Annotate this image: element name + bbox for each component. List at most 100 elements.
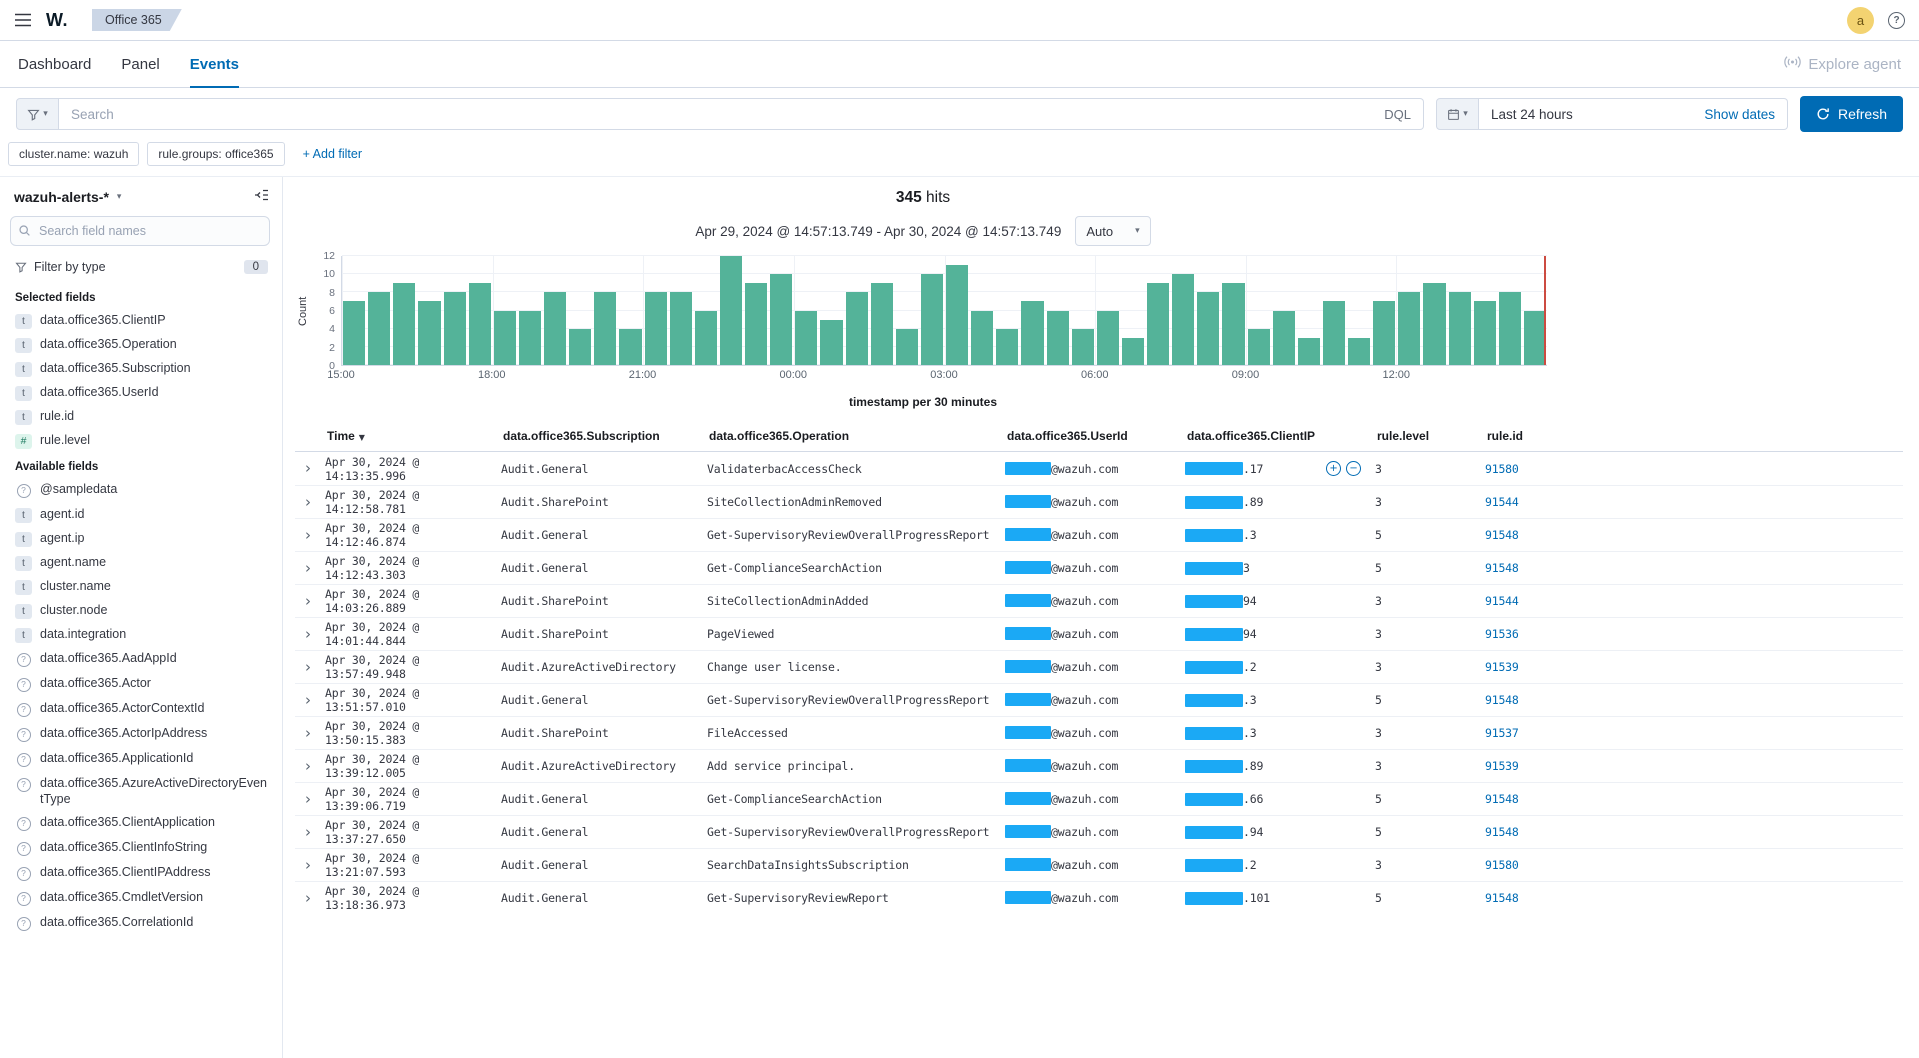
- histogram-bar[interactable]: [695, 311, 717, 366]
- show-dates-button[interactable]: Show dates: [1704, 107, 1775, 122]
- histogram-bar[interactable]: [1097, 311, 1119, 366]
- histogram-bar[interactable]: [1197, 292, 1219, 365]
- saved-query-button[interactable]: ▾: [16, 98, 59, 130]
- rule-id-link[interactable]: 91548: [1485, 891, 1519, 905]
- histogram-bar[interactable]: [1323, 301, 1345, 365]
- field-item[interactable]: tdata.office365.Operation: [8, 333, 272, 357]
- date-picker-button[interactable]: ▾: [1436, 98, 1479, 130]
- refresh-button[interactable]: Refresh: [1800, 96, 1903, 132]
- help-icon[interactable]: ?: [1888, 12, 1905, 29]
- menu-icon[interactable]: [14, 13, 32, 27]
- field-item[interactable]: tdata.office365.UserId: [8, 381, 272, 405]
- field-item[interactable]: ?data.office365.CorrelationId: [8, 911, 272, 936]
- rule-id-link[interactable]: 91539: [1485, 759, 1519, 773]
- field-item[interactable]: trule.id: [8, 405, 272, 429]
- rule-id-link[interactable]: 91548: [1485, 792, 1519, 806]
- expand-row-icon[interactable]: ›: [295, 856, 311, 874]
- field-item[interactable]: tdata.office365.Subscription: [8, 357, 272, 381]
- field-item[interactable]: ?data.office365.ClientIPAddress: [8, 861, 272, 886]
- avatar[interactable]: a: [1847, 7, 1874, 34]
- field-item[interactable]: ?data.office365.CmdletVersion: [8, 886, 272, 911]
- wazuh-logo[interactable]: W.: [46, 10, 68, 31]
- field-item[interactable]: ?data.office365.AadAppId: [8, 647, 272, 672]
- rule-id-link[interactable]: 91539: [1485, 660, 1519, 674]
- histogram-bar[interactable]: [444, 292, 466, 365]
- expand-row-icon[interactable]: ›: [295, 526, 311, 544]
- histogram-bar[interactable]: [871, 283, 893, 365]
- histogram-bar[interactable]: [1423, 283, 1445, 365]
- field-item[interactable]: tagent.name: [8, 551, 272, 575]
- query-language-button[interactable]: DQL: [1374, 107, 1411, 122]
- expand-row-icon[interactable]: ›: [295, 691, 311, 709]
- histogram-bar[interactable]: [368, 292, 390, 365]
- histogram-bar[interactable]: [1398, 292, 1420, 365]
- filter-by-type-button[interactable]: Filter by type 0: [8, 256, 272, 284]
- field-item[interactable]: tcluster.node: [8, 599, 272, 623]
- expand-row-icon[interactable]: ›: [295, 459, 311, 477]
- filter-pill-rule-groups[interactable]: rule.groups: office365: [147, 142, 284, 166]
- histogram-bar[interactable]: [1072, 329, 1094, 365]
- field-item[interactable]: ?data.office365.ActorContextId: [8, 697, 272, 722]
- expand-row-icon[interactable]: ›: [295, 823, 311, 841]
- column-header-rule-level[interactable]: rule.level: [1375, 429, 1485, 443]
- histogram-bar[interactable]: [1373, 301, 1395, 365]
- histogram-bar[interactable]: [418, 301, 440, 365]
- histogram-bar[interactable]: [343, 301, 365, 365]
- column-header-operation[interactable]: data.office365.Operation: [707, 429, 1005, 443]
- expand-row-icon[interactable]: ›: [295, 592, 311, 610]
- interval-select[interactable]: Auto ▾: [1075, 216, 1150, 246]
- field-item[interactable]: ?@sampledata: [8, 478, 272, 503]
- histogram-bar[interactable]: [1449, 292, 1471, 365]
- column-header-subscription[interactable]: data.office365.Subscription: [501, 429, 707, 443]
- histogram-bar[interactable]: [1047, 311, 1069, 366]
- filter-pill-cluster-name[interactable]: cluster.name: wazuh: [8, 142, 139, 166]
- column-header-time[interactable]: Time▼: [325, 429, 501, 443]
- index-pattern-selector[interactable]: wazuh-alerts-* ▾: [14, 189, 121, 205]
- breadcrumb[interactable]: Office 365: [92, 9, 182, 31]
- search-input[interactable]: [71, 107, 1374, 122]
- histogram-bar[interactable]: [770, 274, 792, 365]
- explore-agent-button[interactable]: Explore agent: [1784, 41, 1901, 87]
- histogram-bar[interactable]: [1147, 283, 1169, 365]
- field-item[interactable]: tcluster.name: [8, 575, 272, 599]
- field-search-input[interactable]: [10, 216, 270, 246]
- tab-panel[interactable]: Panel: [121, 41, 159, 87]
- histogram-bar[interactable]: [745, 283, 767, 365]
- field-item[interactable]: tagent.ip: [8, 527, 272, 551]
- expand-row-icon[interactable]: ›: [295, 625, 311, 643]
- histogram-bar[interactable]: [1524, 311, 1546, 366]
- field-item[interactable]: #rule.level: [8, 429, 272, 453]
- column-header-userid[interactable]: data.office365.UserId: [1005, 429, 1185, 443]
- expand-row-icon[interactable]: ›: [295, 889, 311, 907]
- field-item[interactable]: tagent.id: [8, 503, 272, 527]
- field-item[interactable]: ?data.office365.ActorIpAddress: [8, 722, 272, 747]
- time-range-value[interactable]: Last 24 hours: [1491, 107, 1704, 122]
- field-item[interactable]: ?data.office365.ClientApplication: [8, 811, 272, 836]
- histogram-bar[interactable]: [619, 329, 641, 365]
- histogram-bar[interactable]: [1172, 274, 1194, 365]
- column-header-rule-id[interactable]: rule.id: [1485, 429, 1903, 443]
- histogram-bar[interactable]: [996, 329, 1018, 365]
- column-header-clientip[interactable]: data.office365.ClientIP: [1185, 429, 1375, 443]
- rule-id-link[interactable]: 91580: [1485, 858, 1519, 872]
- field-item[interactable]: ?data.office365.AzureActiveDirectoryEven…: [8, 772, 272, 811]
- tab-events[interactable]: Events: [190, 41, 239, 87]
- expand-row-icon[interactable]: ›: [295, 559, 311, 577]
- histogram-bar[interactable]: [846, 292, 868, 365]
- histogram-bar[interactable]: [1298, 338, 1320, 365]
- tab-dashboard[interactable]: Dashboard: [18, 41, 91, 87]
- histogram-bar[interactable]: [670, 292, 692, 365]
- histogram-bar[interactable]: [720, 256, 742, 365]
- histogram-bar[interactable]: [519, 311, 541, 366]
- rule-id-link[interactable]: 91548: [1485, 528, 1519, 542]
- histogram-bar[interactable]: [820, 320, 842, 365]
- histogram-bar[interactable]: [569, 329, 591, 365]
- histogram-bar[interactable]: [946, 265, 968, 365]
- field-item[interactable]: ?data.office365.ApplicationId: [8, 747, 272, 772]
- field-item[interactable]: ?data.office365.ClientInfoString: [8, 836, 272, 861]
- histogram-bar[interactable]: [971, 311, 993, 366]
- histogram-bar[interactable]: [896, 329, 918, 365]
- expand-row-icon[interactable]: ›: [295, 493, 311, 511]
- rule-id-link[interactable]: 91548: [1485, 561, 1519, 575]
- collapse-sidebar-button[interactable]: [254, 187, 270, 206]
